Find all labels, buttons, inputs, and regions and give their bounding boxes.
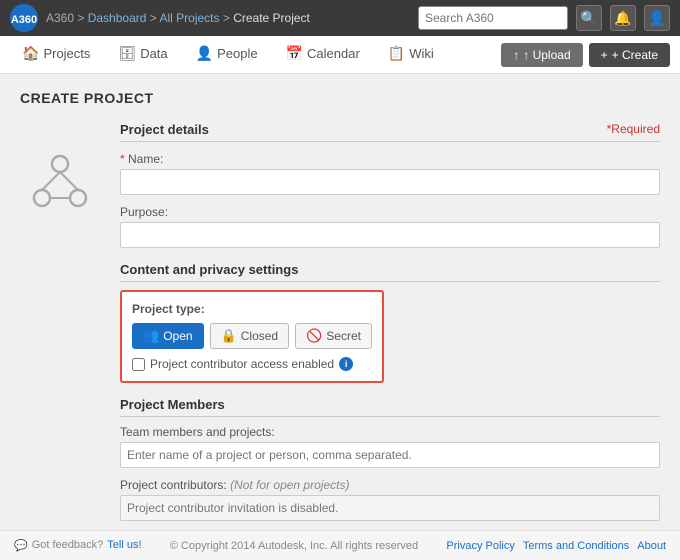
feedback-icon: 💬 xyxy=(14,539,28,552)
projects-icon: 🏠 xyxy=(22,45,39,62)
nav-data[interactable]: 🗄 Data xyxy=(106,36,179,74)
name-input[interactable] xyxy=(120,169,660,195)
footer-copyright: © Copyright 2014 Autodesk, Inc. All righ… xyxy=(150,540,439,552)
about-link[interactable]: About xyxy=(637,540,666,552)
breadcrumb-all-projects[interactable]: All Projects xyxy=(159,11,219,25)
data-icon: 🗄 xyxy=(118,45,136,62)
topbar: A360 A360 > Dashboard > All Projects > C… xyxy=(0,0,680,36)
app-logo[interactable]: A360 xyxy=(10,4,38,32)
project-icon-svg xyxy=(30,152,90,212)
breadcrumb-sep3: > xyxy=(223,11,233,25)
privacy-link[interactable]: Privacy Policy xyxy=(446,540,514,552)
nav-projects-label: Projects xyxy=(43,46,90,61)
create-nav-icon: + xyxy=(601,48,608,62)
name-label: * Name: xyxy=(120,152,660,166)
profile-button[interactable]: 👤 xyxy=(644,5,670,31)
type-open-label: Open xyxy=(163,329,192,343)
svg-text:A360: A360 xyxy=(11,14,37,26)
navbar-actions: ↑ ↑ Upload + + Create xyxy=(501,43,670,67)
open-icon: 👥 xyxy=(143,328,159,344)
upload-button[interactable]: ↑ ↑ Upload xyxy=(501,43,582,67)
search-input[interactable] xyxy=(418,6,568,30)
privacy-section: Content and privacy settings Project typ… xyxy=(120,262,660,383)
wiki-icon: 📋 xyxy=(388,45,405,62)
contributors-label: Project contributors: (Not for open proj… xyxy=(120,478,660,492)
required-note: *Required xyxy=(607,122,660,136)
nav-people-label: People xyxy=(217,46,257,61)
project-type-buttons: 👥 Open 🔒 Closed 🚫 Secret xyxy=(132,323,372,349)
project-type-label: Project type: xyxy=(132,302,372,316)
tell-us-link[interactable]: Tell us! xyxy=(107,539,141,552)
type-open-button[interactable]: 👥 Open xyxy=(132,323,204,349)
secret-icon: 🚫 xyxy=(306,328,322,344)
type-closed-label: Closed xyxy=(241,329,278,343)
purpose-input[interactable] xyxy=(120,222,660,248)
nav-calendar[interactable]: 📅 Calendar xyxy=(274,36,372,74)
members-section: Project Members Team members and project… xyxy=(120,397,660,521)
info-icon[interactable]: i xyxy=(339,357,353,371)
page-title: CREATE PROJECT xyxy=(20,90,660,106)
create-nav-button[interactable]: + + Create xyxy=(589,43,670,67)
terms-link[interactable]: Terms and Conditions xyxy=(523,540,629,552)
form-container: Project details *Required * Name: Purpos… xyxy=(20,122,660,530)
contributor-checkbox[interactable] xyxy=(132,358,145,371)
privacy-title: Content and privacy settings xyxy=(120,262,660,282)
search-button[interactable]: 🔍 xyxy=(576,5,602,31)
name-group: * Name: xyxy=(120,152,660,195)
breadcrumb-sep1: > xyxy=(77,11,87,25)
project-icon-area xyxy=(20,122,100,530)
nav-people[interactable]: 👤 People xyxy=(184,36,270,74)
project-details-section-title: Project details *Required xyxy=(120,122,660,142)
breadcrumb-dashboard[interactable]: Dashboard xyxy=(88,11,147,25)
notification-button[interactable]: 🔔 xyxy=(610,5,636,31)
upload-icon: ↑ xyxy=(513,48,519,62)
purpose-group: Purpose: xyxy=(120,205,660,248)
footer: 💬 Got feedback? Tell us! © Copyright 201… xyxy=(0,530,680,560)
upload-label: ↑ Upload xyxy=(523,48,570,62)
create-nav-label: + Create xyxy=(612,48,658,62)
main-content: CREATE PROJECT Project details *Required xyxy=(0,74,680,530)
team-members-input[interactable] xyxy=(120,442,660,468)
nav-wiki-label: Wiki xyxy=(409,46,434,61)
breadcrumb-prefix: A360 xyxy=(46,11,74,25)
purpose-label: Purpose: xyxy=(120,205,660,219)
team-members-group: Team members and projects: xyxy=(120,425,660,468)
breadcrumb-current: Create Project xyxy=(233,11,310,25)
navbar: 🏠 Projects 🗄 Data 👤 People 📅 Calendar 📋 … xyxy=(0,36,680,74)
breadcrumb: A360 > Dashboard > All Projects > Create… xyxy=(46,11,410,25)
contributor-access: Project contributor access enabled i xyxy=(132,357,372,371)
type-secret-label: Secret xyxy=(326,329,361,343)
nav-wiki[interactable]: 📋 Wiki xyxy=(376,36,446,74)
nav-calendar-label: Calendar xyxy=(307,46,360,61)
team-members-label: Team members and projects: xyxy=(120,425,660,439)
contributors-input xyxy=(120,495,660,521)
nav-projects[interactable]: 🏠 Projects xyxy=(10,36,102,74)
feedback-text: Got feedback? xyxy=(32,539,104,552)
contributors-group: Project contributors: (Not for open proj… xyxy=(120,478,660,521)
people-icon: 👤 xyxy=(196,45,213,62)
type-secret-button[interactable]: 🚫 Secret xyxy=(295,323,372,349)
project-type-box: Project type: 👥 Open 🔒 Closed 🚫 Secre xyxy=(120,290,384,383)
contributor-label: Project contributor access enabled xyxy=(150,357,334,371)
footer-feedback: 💬 Got feedback? Tell us! xyxy=(14,539,142,552)
form-body: Project details *Required * Name: Purpos… xyxy=(120,122,660,530)
nav-data-label: Data xyxy=(140,46,167,61)
members-title: Project Members xyxy=(120,397,660,417)
closed-icon: 🔒 xyxy=(221,328,237,344)
footer-links: Privacy Policy Terms and Conditions Abou… xyxy=(446,540,666,552)
calendar-icon: 📅 xyxy=(286,45,303,62)
type-closed-button[interactable]: 🔒 Closed xyxy=(210,323,290,349)
